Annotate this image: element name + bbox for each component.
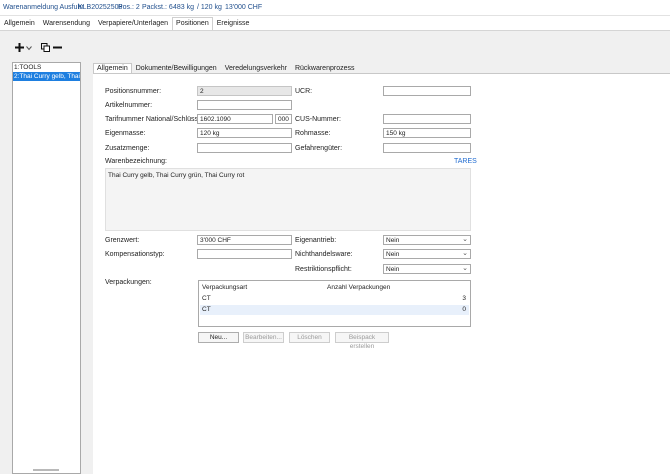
tab-ereignisse[interactable]: Ereignisse — [213, 17, 254, 30]
net-weight: / 120 kg — [197, 4, 222, 11]
warenbezeichnung-textarea[interactable]: Thai Curry gelb, Thai Curry grün, Thai C… — [105, 168, 471, 231]
plus-icon — [14, 43, 24, 52]
chevron-down-icon: ⌄ — [462, 265, 468, 272]
main-tabs: Allgemein Warensendung Verpapiere/Unterl… — [0, 17, 253, 30]
schluessel-field[interactable]: 000 — [275, 114, 292, 124]
tab-positionen[interactable]: Positionen — [172, 17, 213, 30]
table-row[interactable]: CT 0 — [200, 305, 469, 315]
chevron-down-icon: ⌄ — [462, 236, 468, 243]
grenzwert-label: Grenzwert: — [105, 237, 140, 244]
column-header-anzahl[interactable]: Anzahl Verpackungen — [327, 284, 390, 291]
beispack-erstellen-button[interactable]: Beispack erstellen — [335, 332, 389, 350]
warenbezeichnung-label: Warenbezeichnung: — [105, 158, 168, 165]
tares-link[interactable]: TARES — [454, 158, 477, 165]
nichthandelsware-value: Nein — [386, 251, 400, 258]
ucr-label: UCR: — [295, 88, 313, 95]
grenzwert-field[interactable]: 3'000 CHF — [197, 235, 292, 245]
eigenantrieb-label: Eigenantrieb: — [295, 237, 337, 244]
tab-vorpapiere[interactable]: Verpapiere/Unterlagen — [94, 17, 172, 30]
tarifnummer-label: Tarifnummer National/Schlüssel: — [105, 116, 206, 123]
tree-item-2[interactable]: 2:Thai Curry gelb, Thai C — [13, 72, 80, 81]
loeschen-button[interactable]: Löschen — [289, 332, 330, 343]
gefahrengueter-field[interactable] — [383, 143, 471, 153]
position-count: Pos.: 2 — [118, 4, 140, 11]
copy-icon[interactable] — [40, 42, 50, 53]
tarifnummer-field[interactable]: 1602.1090 — [197, 114, 273, 124]
tree-scrollbar[interactable] — [33, 469, 59, 471]
cell-anzahl: 0 — [462, 306, 466, 313]
cus-label: CUS-Nummer: — [295, 116, 341, 123]
zusatzmenge-field[interactable] — [197, 143, 292, 153]
eigenmasse-field[interactable]: 120 kg — [197, 128, 292, 138]
positionsnummer-field: 2 — [197, 86, 292, 96]
tab-warensendung[interactable]: Warensendung — [39, 17, 94, 30]
eigenantrieb-value: Nein — [386, 237, 400, 244]
kompensationstyp-field[interactable] — [197, 249, 292, 259]
kompensationstyp-label: Kompensationstyp: — [105, 251, 165, 258]
tree-item-1[interactable]: 1:TOOLS — [13, 63, 80, 72]
rohmasse-label: Rohmasse: — [295, 130, 331, 137]
cell-verpackungsart: CT — [202, 295, 211, 302]
eigenmasse-label: Eigenmasse: — [105, 130, 146, 137]
tab-allgemein[interactable]: Allgemein — [0, 17, 39, 30]
restriktionspflicht-label: Restriktionspflicht: — [295, 266, 352, 273]
artikelnummer-label: Artikelnummer: — [105, 102, 153, 109]
bearbeiten-button[interactable]: Bearbeiten... — [243, 332, 284, 343]
total-value: 13'000 CHF — [225, 4, 263, 11]
cell-anzahl: 3 — [462, 295, 466, 302]
artikelnummer-field[interactable] — [197, 100, 292, 110]
remove-icon[interactable] — [52, 42, 62, 53]
restriktionspflicht-value: Nein — [386, 266, 400, 273]
cus-field[interactable] — [383, 114, 471, 124]
zusatzmenge-label: Zusatzmenge: — [105, 145, 150, 152]
gefahrengueter-label: Gefahrengüter: — [295, 145, 343, 152]
eigenantrieb-select[interactable]: Nein ⌄ — [383, 235, 471, 245]
title-bar: Warenanmeldung Ausfuhr KLB20252508 Pos.:… — [0, 0, 670, 16]
window-title: Warenanmeldung Ausfuhr — [3, 4, 84, 11]
restriktionspflicht-select[interactable]: Nein ⌄ — [383, 264, 471, 274]
position-form-panel — [93, 73, 670, 474]
ucr-field[interactable] — [383, 86, 471, 96]
add-dropdown-chevron-icon[interactable] — [26, 42, 32, 53]
table-row[interactable]: CT 3 — [200, 294, 469, 304]
column-header-verpackungsart[interactable]: Verpackungsart — [202, 284, 247, 291]
positionsnummer-label: Positionsnummer: — [105, 88, 162, 95]
nichthandelsware-select[interactable]: Nein ⌄ — [383, 249, 471, 259]
rohmasse-field[interactable]: 150 kg — [383, 128, 471, 138]
verpackungen-label: Verpackungen: — [105, 279, 152, 286]
verpackungen-table: Verpackungsart Anzahl Verpackungen CT 3 … — [198, 280, 471, 327]
neu-button[interactable]: Neu... — [198, 332, 239, 343]
add-icon[interactable] — [14, 42, 24, 53]
cell-verpackungsart: CT — [202, 306, 211, 313]
gross-weight: 483 kg — [173, 4, 195, 11]
reference-number: KLB20252508 — [78, 4, 123, 11]
chevron-down-icon: ⌄ — [462, 250, 468, 257]
package-count: Packst.: 6 — [142, 4, 173, 11]
position-tree: 1:TOOLS 2:Thai Curry gelb, Thai C — [12, 62, 81, 474]
nichthandelsware-label: Nichthandelsware: — [295, 251, 353, 258]
